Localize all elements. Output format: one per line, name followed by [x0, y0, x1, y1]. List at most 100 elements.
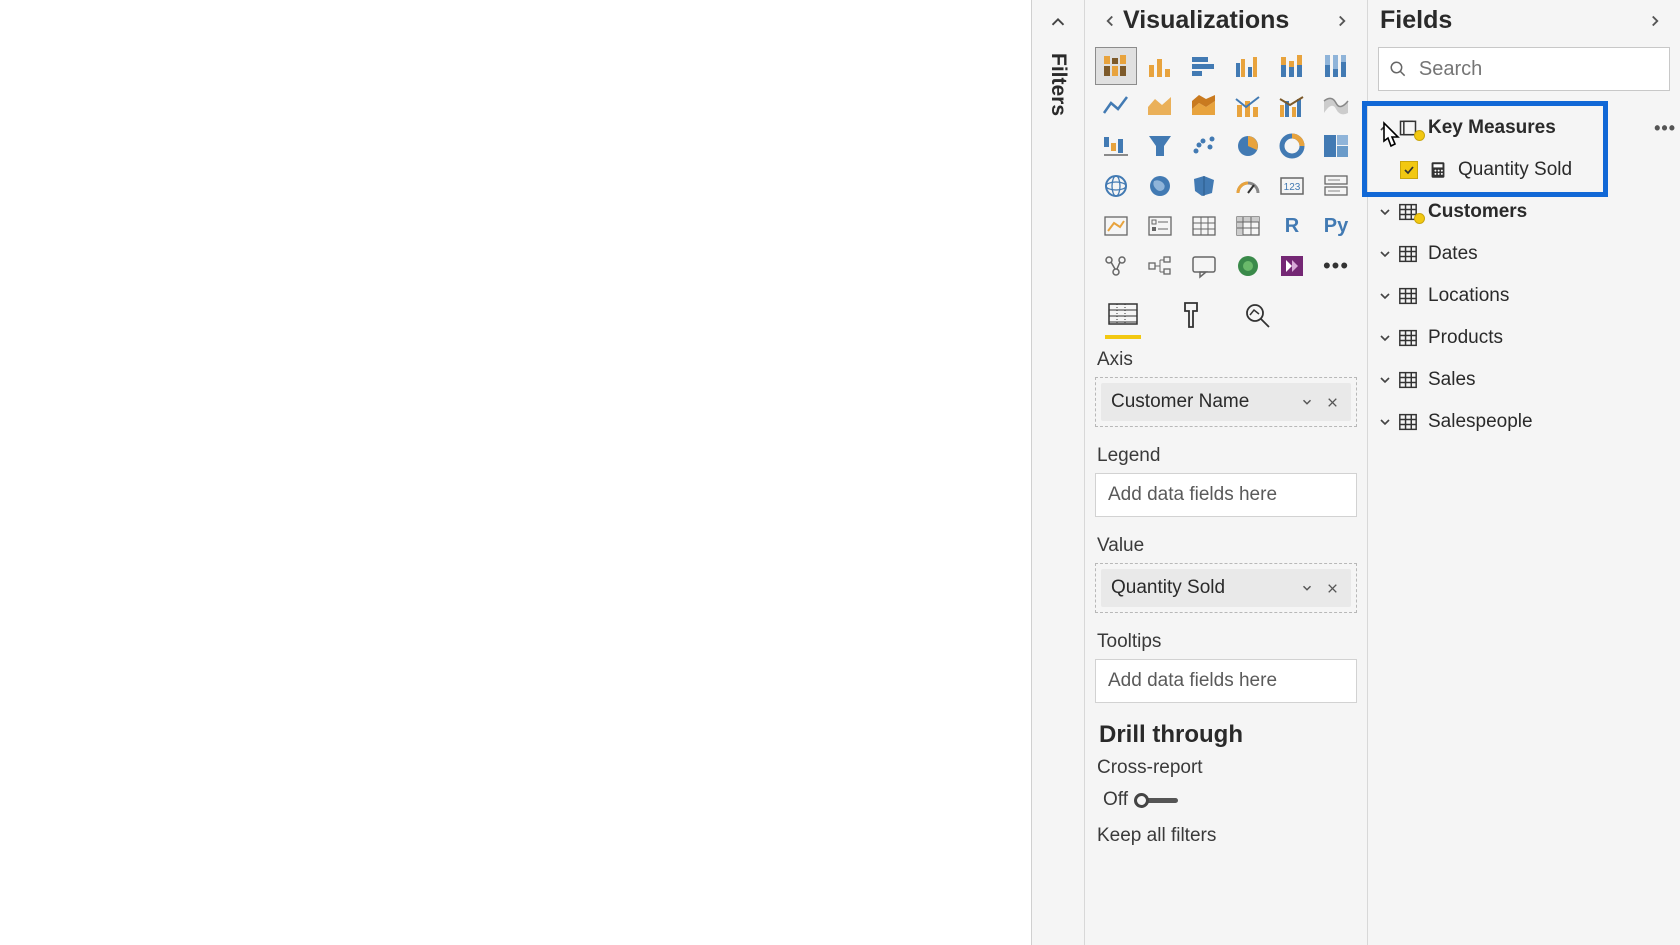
- scatter-chart-icon[interactable]: [1183, 127, 1225, 165]
- legend-field-well[interactable]: Add data fields here: [1095, 473, 1357, 517]
- more-visuals-icon[interactable]: •••: [1315, 247, 1357, 285]
- search-input[interactable]: [1417, 57, 1659, 82]
- fields-search-box[interactable]: [1378, 47, 1670, 91]
- collapse-visualizations-icon[interactable]: [1097, 8, 1123, 34]
- table-icon: [1396, 245, 1420, 263]
- field-quantity-sold[interactable]: Quantity Sold: [1370, 149, 1678, 191]
- chevron-down-icon[interactable]: [1374, 330, 1396, 346]
- qna-visual-icon[interactable]: [1183, 247, 1225, 285]
- tooltips-placeholder: Add data fields here: [1108, 670, 1277, 692]
- column-chart-icon[interactable]: [1139, 47, 1181, 85]
- chevron-up-icon[interactable]: [1374, 120, 1396, 136]
- value-field-well[interactable]: Quantity Sold: [1095, 563, 1357, 613]
- multirow-card-icon[interactable]: [1315, 167, 1357, 205]
- analytics-tab-icon[interactable]: [1241, 297, 1275, 339]
- visualization-gallery: 123 R Py •••: [1085, 47, 1367, 285]
- matrix-icon[interactable]: [1227, 207, 1269, 245]
- ribbon-chart-icon[interactable]: [1315, 87, 1357, 125]
- value-section-label: Value: [1085, 525, 1367, 563]
- legend-section-label: Legend: [1085, 435, 1367, 473]
- r-visual-icon[interactable]: R: [1271, 207, 1313, 245]
- table-sales[interactable]: Sales: [1370, 359, 1678, 401]
- waterfall-chart-icon[interactable]: [1095, 127, 1137, 165]
- axis-field-chip[interactable]: Customer Name: [1101, 383, 1351, 421]
- svg-text:123: 123: [1284, 182, 1301, 193]
- donut-chart-icon[interactable]: [1271, 127, 1313, 165]
- field-label: Quantity Sold: [1458, 159, 1572, 181]
- field-checkbox[interactable]: [1400, 161, 1418, 179]
- tooltips-field-well[interactable]: Add data fields here: [1095, 659, 1357, 703]
- stacked-area-chart-icon[interactable]: [1183, 87, 1225, 125]
- table-label: Dates: [1428, 243, 1478, 265]
- bar-chart-icon[interactable]: [1183, 47, 1225, 85]
- kpi-icon[interactable]: [1095, 207, 1137, 245]
- stacked-column-chart-icon[interactable]: [1271, 47, 1313, 85]
- chevron-down-icon[interactable]: [1374, 414, 1396, 430]
- treemap-icon[interactable]: [1315, 127, 1357, 165]
- map-globe-icon[interactable]: [1095, 167, 1137, 205]
- filters-panel-collapsed[interactable]: Filters: [1032, 0, 1085, 945]
- table-label: Customers: [1428, 201, 1527, 223]
- decomposition-tree-icon[interactable]: [1139, 247, 1181, 285]
- calculator-icon: [1428, 161, 1448, 179]
- tables-list: Key Measures ••• Quantity Sold: [1368, 107, 1680, 443]
- chevron-down-icon[interactable]: [1374, 372, 1396, 388]
- chevron-down-icon[interactable]: [1374, 288, 1396, 304]
- remove-field-icon[interactable]: [1320, 578, 1345, 599]
- table-products[interactable]: Products: [1370, 317, 1678, 359]
- chevron-down-icon[interactable]: [1294, 577, 1320, 599]
- chevron-down-icon[interactable]: [1374, 246, 1396, 262]
- area-chart-icon[interactable]: [1139, 87, 1181, 125]
- line-clustered-column-chart-icon[interactable]: [1271, 87, 1313, 125]
- value-field-chip[interactable]: Quantity Sold: [1101, 569, 1351, 607]
- slicer-icon[interactable]: [1139, 207, 1181, 245]
- format-tab-icon[interactable]: [1175, 297, 1207, 339]
- table-icon: [1396, 413, 1420, 431]
- 100-stacked-column-chart-icon[interactable]: [1315, 47, 1357, 85]
- powerapps-visual-icon[interactable]: [1271, 247, 1313, 285]
- visualizations-panel: Visualizations: [1085, 0, 1368, 945]
- measures-folder-icon: [1396, 118, 1420, 138]
- table-label: Sales: [1428, 369, 1476, 391]
- pie-chart-icon[interactable]: [1227, 127, 1269, 165]
- fields-tab-icon[interactable]: [1105, 297, 1141, 339]
- table-label: Products: [1428, 327, 1503, 349]
- python-visual-icon[interactable]: Py: [1315, 207, 1357, 245]
- shape-map-icon[interactable]: [1183, 167, 1225, 205]
- key-influencers-icon[interactable]: [1095, 247, 1137, 285]
- line-stacked-column-chart-icon[interactable]: [1227, 87, 1269, 125]
- filled-map-icon[interactable]: [1139, 167, 1181, 205]
- table-visual-icon[interactable]: [1183, 207, 1225, 245]
- table-locations[interactable]: Locations: [1370, 275, 1678, 317]
- visualizations-title: Visualizations: [1123, 6, 1329, 35]
- report-canvas[interactable]: [0, 0, 1032, 945]
- cross-report-toggle[interactable]: [1134, 791, 1178, 809]
- line-chart-icon[interactable]: [1095, 87, 1137, 125]
- gauge-icon[interactable]: [1227, 167, 1269, 205]
- expand-fields-icon[interactable]: [1642, 8, 1668, 34]
- funnel-chart-icon[interactable]: [1139, 127, 1181, 165]
- chevron-down-icon[interactable]: [1374, 204, 1396, 220]
- fields-title: Fields: [1380, 6, 1642, 35]
- table-customers[interactable]: Customers: [1370, 191, 1678, 233]
- arcgis-map-icon[interactable]: [1227, 247, 1269, 285]
- chevron-down-icon[interactable]: [1294, 391, 1320, 413]
- cross-report-label: Cross-report: [1085, 753, 1367, 785]
- stacked-bar-chart-icon[interactable]: [1095, 47, 1137, 85]
- table-dates[interactable]: Dates: [1370, 233, 1678, 275]
- table-icon: [1396, 203, 1420, 221]
- expand-filters-icon[interactable]: [1047, 12, 1069, 39]
- axis-field-well[interactable]: Customer Name: [1095, 377, 1357, 427]
- more-options-icon[interactable]: •••: [1654, 118, 1676, 139]
- cross-report-state-label: Off: [1103, 789, 1128, 811]
- expand-visualizations-icon[interactable]: [1329, 8, 1355, 34]
- axis-field-label: Customer Name: [1111, 391, 1294, 413]
- card-icon[interactable]: 123: [1271, 167, 1313, 205]
- table-label: Salespeople: [1428, 411, 1533, 433]
- axis-section-label: Axis: [1085, 339, 1367, 377]
- table-key-measures[interactable]: Key Measures •••: [1370, 107, 1678, 149]
- viz-property-tabs: [1085, 289, 1367, 339]
- table-salespeople[interactable]: Salespeople: [1370, 401, 1678, 443]
- remove-field-icon[interactable]: [1320, 392, 1345, 413]
- clustered-column-chart-icon[interactable]: [1227, 47, 1269, 85]
